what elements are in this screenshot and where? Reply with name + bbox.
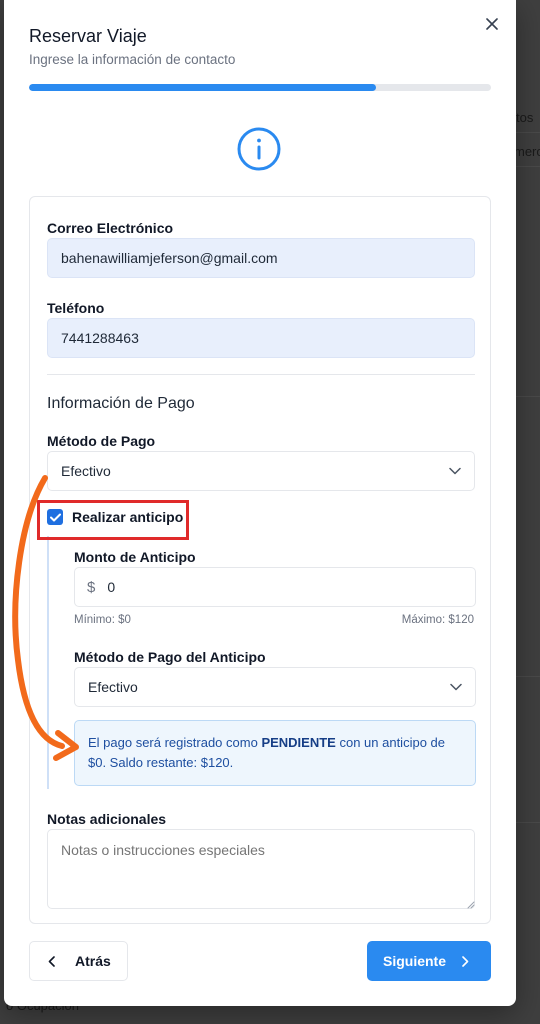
chevron-down-icon [449,467,461,475]
background-row-divider [516,676,540,677]
check-icon [49,513,61,521]
payment-method-label: Método de Pago [47,433,156,449]
notice-status: PENDIENTE [261,735,336,750]
payment-method-select[interactable]: Efectivo [47,451,475,491]
chevron-left-icon [48,955,55,967]
advance-method-value: Efectivo [88,679,138,695]
advance-checkbox[interactable] [47,509,63,525]
info-circle-icon [237,127,281,171]
background-row-divider [516,822,540,823]
payment-section-title: Información de Pago [47,395,195,412]
back-button[interactable]: Atrás [29,941,128,981]
advance-details-group: Monto de Anticipo $ 0 Mínimo: $0 Máximo:… [47,536,476,789]
next-button-label: Siguiente [383,953,447,969]
resize-grip-icon[interactable] [467,901,475,909]
notice-prefix: El pago será registrado como [88,735,258,750]
background-column-header: tos [516,110,534,125]
payment-status-notice: El pago será registrado como PENDIENTE c… [74,720,476,786]
back-button-label: Atrás [75,953,111,969]
chevron-down-icon [450,683,462,691]
advance-amount-label: Monto de Anticipo [74,549,196,565]
advance-amount-value: 0 [107,579,116,595]
progress-bar [29,84,491,91]
next-button[interactable]: Siguiente [367,941,491,981]
section-divider [47,374,475,375]
currency-prefix: $ [87,578,96,596]
notes-textarea[interactable] [47,829,475,909]
advance-amount-input[interactable]: $ 0 [74,567,476,607]
booking-modal: Reservar Viaje Ingrese la información de… [4,0,516,1006]
advance-method-label: Método de Pago del Anticipo [74,649,266,665]
contact-form-card: Correo Electrónico bahenawilliamjeferson… [29,196,491,924]
chevron-right-icon [462,955,469,967]
advance-method-select[interactable]: Efectivo [74,667,476,707]
advance-checkbox-row[interactable]: Realizar anticipo [47,509,183,525]
phone-field[interactable]: 7441288463 [47,318,475,358]
payment-method-value: Efectivo [61,463,111,479]
background-row-divider [516,166,540,167]
email-label: Correo Electrónico [47,220,174,236]
background-cell: mero [514,144,540,159]
phone-label: Teléfono [47,300,105,316]
close-button[interactable] [482,14,502,34]
background-row-divider [516,396,540,397]
advance-max-hint: Máximo: $120 [401,614,474,626]
advance-checkbox-label: Realizar anticipo [72,509,184,525]
email-field[interactable]: bahenawilliamjeferson@gmail.com [47,238,475,278]
background-row-divider [516,132,540,133]
close-icon [486,18,498,30]
notes-label: Notas adicionales [47,811,167,827]
modal-subtitle: Ingrese la información de contacto [29,52,236,67]
progress-fill [29,84,376,91]
advance-min-hint: Mínimo: $0 [74,614,131,626]
modal-title: Reservar Viaje [29,26,147,46]
